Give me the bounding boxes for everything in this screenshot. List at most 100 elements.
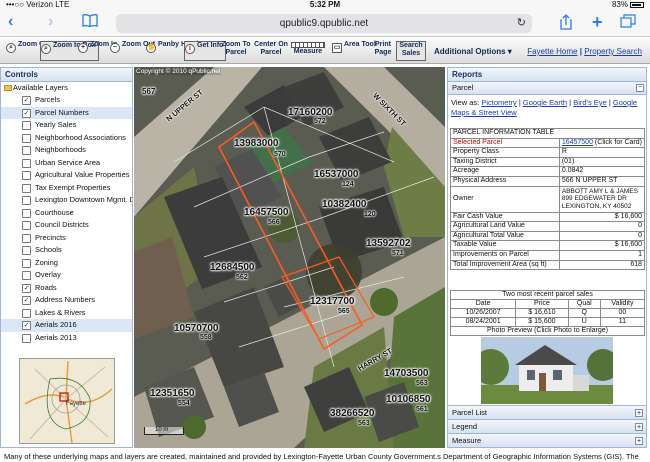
column-header: Qual: [567, 299, 601, 309]
bookmarks-icon[interactable]: [82, 14, 98, 31]
layer-item[interactable]: Overlay: [1, 269, 132, 282]
table-cell: Agricultural Land Value: [450, 221, 560, 232]
layer-item[interactable]: Precincts: [1, 232, 132, 245]
table-cell: $ 16,600: [558, 211, 646, 223]
google-earth-link[interactable]: Google Earth: [523, 98, 567, 107]
address-bar[interactable]: qpublic9.qpublic.net ↻: [116, 14, 532, 33]
table-cell: Agricultural Total Value: [450, 230, 560, 242]
zoom-out-icon: −: [110, 43, 120, 53]
layer-item[interactable]: Zoning: [1, 257, 132, 270]
layer-checkbox[interactable]: [22, 146, 31, 155]
expand-icon[interactable]: +: [635, 409, 643, 417]
layer-checkbox[interactable]: [22, 308, 31, 318]
parcel-section-header[interactable]: Parcel −: [448, 82, 646, 95]
layer-checkbox[interactable]: [22, 196, 31, 205]
layer-item[interactable]: Lakes & Rivers: [1, 307, 132, 320]
address-label: 565: [338, 308, 350, 315]
fayette-home-link[interactable]: Fayette Home: [527, 47, 577, 56]
search-sales-button[interactable]: Search Sales: [396, 41, 426, 61]
layer-checkbox[interactable]: [22, 333, 31, 343]
layer-checkbox[interactable]: [22, 183, 31, 193]
zoom-box-icon: ⌕: [41, 44, 51, 54]
layer-checkbox[interactable]: [22, 208, 31, 218]
layer-checkbox[interactable]: ✓: [22, 321, 31, 330]
layer-checkbox[interactable]: [22, 221, 31, 230]
layer-item[interactable]: ✓ Parcels: [1, 94, 132, 107]
share-icon[interactable]: [560, 14, 572, 34]
layer-item[interactable]: ✓ Address Numbers: [1, 294, 132, 307]
layer-item[interactable]: Schools: [1, 244, 132, 257]
layer-item[interactable]: ✓ Parcel Numbers: [1, 106, 132, 119]
zoom-to-parcel-button[interactable]: Zoom To Parcel: [216, 41, 252, 61]
photo-caption: Photo Preview (Click Photo to Enlarge): [450, 326, 645, 336]
pictometry-link[interactable]: Pictometry: [481, 98, 516, 107]
collapse-icon[interactable]: −: [636, 84, 644, 92]
layer-item[interactable]: Aerials 2013: [1, 332, 132, 345]
overview-map[interactable]: Fayette: [19, 358, 115, 444]
area-icon: ▭: [332, 43, 342, 53]
controls-panel: Controls Available Layers ✓ Parcels ✓ Parce…: [0, 67, 133, 448]
additional-options-menu[interactable]: Additional Options ▾: [434, 47, 512, 56]
birds-eye-link[interactable]: Bird's Eye: [573, 98, 607, 107]
column-header: Date: [449, 299, 517, 309]
layer-item[interactable]: ✓ Roads: [1, 282, 132, 295]
map-canvas[interactable]: Copyright © 2010 qPublic.net N UPPER ST …: [134, 67, 445, 448]
table-cell: $ 16,600: [558, 240, 646, 251]
back-icon[interactable]: ‹: [8, 14, 13, 30]
print-page-button[interactable]: Print Page: [366, 41, 396, 61]
property-search-link[interactable]: Property Search: [584, 47, 642, 56]
column-header: Validity: [599, 299, 646, 309]
table-cell: $ 15,600: [515, 317, 569, 327]
layer-item[interactable]: ✓ Aerials 2016: [1, 319, 132, 332]
layer-item[interactable]: Agricultural Value Properties: [1, 169, 132, 182]
layer-label: Yearly Sales: [35, 120, 77, 129]
layer-item[interactable]: Urban Service Area: [1, 157, 132, 170]
layer-item[interactable]: Council Districts: [1, 219, 132, 232]
layer-checkbox[interactable]: [22, 271, 31, 280]
reload-icon[interactable]: ↻: [517, 14, 526, 33]
battery-indicator: 83%: [612, 0, 644, 9]
layer-item[interactable]: Neighborhood Associations: [1, 132, 132, 145]
layer-item[interactable]: Lexington Downtown Mgmt. D: [1, 194, 132, 207]
layer-checkbox[interactable]: [22, 133, 31, 143]
layer-item[interactable]: Yearly Sales: [1, 119, 132, 132]
property-photo[interactable]: [481, 337, 613, 404]
expand-icon[interactable]: +: [635, 437, 643, 445]
expand-icon[interactable]: +: [635, 423, 643, 431]
layer-label: Tax Exempt Properties: [35, 182, 111, 192]
layer-checkbox[interactable]: [22, 258, 31, 268]
layer-checkbox[interactable]: ✓: [22, 96, 31, 105]
measure-button[interactable]: Measure: [288, 41, 328, 61]
parcel-list-section[interactable]: Parcel List +: [448, 405, 646, 419]
table-cell: Physical Address: [450, 175, 560, 187]
tabs-icon[interactable]: [620, 14, 636, 32]
layer-label: Urban Service Area: [35, 157, 101, 167]
layer-checkbox[interactable]: ✓: [22, 108, 31, 118]
address-label: 562: [236, 274, 248, 281]
available-layers-node[interactable]: Available Layers: [1, 82, 132, 94]
layer-checkbox[interactable]: [22, 158, 31, 168]
parcel-card-link[interactable]: 16457500: [562, 139, 593, 146]
layer-checkbox[interactable]: ✓: [22, 296, 31, 305]
layer-label: Zoning: [35, 257, 58, 267]
legend-section[interactable]: Legend +: [448, 419, 646, 433]
pan-hand-icon: ✋: [146, 43, 156, 53]
table-cell: Taxing District: [450, 156, 560, 168]
address-label: 563: [358, 420, 370, 427]
measure-section[interactable]: Measure +: [448, 433, 646, 447]
layer-item[interactable]: Tax Exempt Properties: [1, 182, 132, 195]
parcel-label: 38266520: [330, 408, 375, 419]
layer-item[interactable]: Neighborhoods: [1, 144, 132, 157]
header-links: Fayette Home | Property Search: [527, 47, 642, 56]
folder-icon: [4, 85, 12, 91]
new-tab-icon[interactable]: +: [592, 13, 603, 31]
layer-item[interactable]: Courthouse: [1, 207, 132, 220]
layer-checkbox[interactable]: ✓: [22, 283, 31, 293]
layer-label: Neighborhoods: [35, 145, 86, 154]
layer-checkbox[interactable]: [22, 246, 31, 255]
layer-checkbox[interactable]: [22, 233, 31, 243]
center-on-parcel-button[interactable]: Center On Parcel: [250, 41, 288, 61]
layer-checkbox[interactable]: [22, 121, 31, 130]
forward-icon[interactable]: ›: [48, 14, 53, 30]
layer-checkbox[interactable]: [22, 171, 31, 180]
